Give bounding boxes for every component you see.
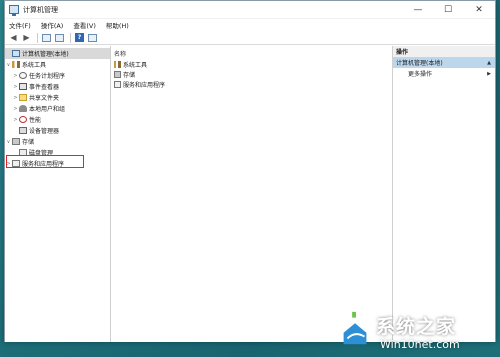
performance-icon [19, 116, 27, 123]
tree-label-task-scheduler: 任务计划程序 [29, 73, 66, 80]
watermark: 系统之家 Win10net.com [330, 306, 500, 357]
actions-selected-item[interactable]: 计算机管理(本地) ▲ [393, 57, 495, 68]
submenu-arrow-icon: ▶ [487, 70, 491, 77]
storage-icon [114, 70, 121, 78]
menu-action[interactable]: 操作(A) [41, 20, 64, 30]
menu-help[interactable]: 帮助(H) [106, 20, 129, 30]
tree-node-performance[interactable]: > 性能 [5, 114, 110, 125]
tree-node-task-scheduler[interactable]: > 任务计划程序 [5, 70, 110, 81]
actions-more-label: 更多操作 [408, 71, 433, 78]
collapse-up-icon[interactable]: ▲ [487, 60, 491, 66]
console-tree: 计算机管理(本地) ∨ 系统工具 > 任务计划程序 > 事件查看器 > 共享文件… [5, 46, 111, 342]
list-item[interactable]: 存储 [114, 69, 392, 79]
chevron-down-icon[interactable]: ∨ [5, 139, 12, 145]
computer-management-window: 计算机管理 — ☐ ✕ 文件(F) 操作(A) 查看(V) 帮助(H) ◀ ▶ … [4, 0, 496, 342]
list-item[interactable]: 系统工具 [114, 59, 392, 69]
toolbar: ◀ ▶ ? [5, 31, 495, 45]
event-viewer-icon [19, 83, 27, 90]
close-button[interactable]: ✕ [463, 1, 495, 19]
action-pane-icon[interactable] [87, 32, 98, 43]
tools-icon [12, 61, 20, 68]
list-item-label: 服务和应用程序 [123, 81, 166, 89]
help-icon[interactable]: ? [74, 32, 85, 43]
list-item[interactable]: 服务和应用程序 [114, 79, 392, 89]
shared-folder-icon [19, 94, 27, 101]
chevron-down-icon[interactable]: ∨ [5, 62, 12, 68]
computer-icon [12, 50, 20, 57]
watermark-title: 系统之家 [376, 316, 457, 338]
console-tree-icon[interactable] [41, 32, 52, 43]
window-title: 计算机管理 [23, 5, 58, 14]
list-item-label: 存储 [123, 71, 136, 79]
tree-label-storage: 存储 [22, 139, 35, 146]
computer-management-icon [9, 5, 19, 16]
column-header-name[interactable]: 名称 [114, 49, 392, 59]
list-item-label: 系统工具 [123, 61, 148, 69]
content-area: 计算机管理(本地) ∨ 系统工具 > 任务计划程序 > 事件查看器 > 共享文件… [5, 46, 495, 342]
tree-node-device-manager[interactable]: 设备管理器 [5, 125, 110, 136]
tree-node-root[interactable]: 计算机管理(本地) [5, 48, 110, 59]
menu-bar: 文件(F) 操作(A) 查看(V) 帮助(H) [5, 19, 495, 31]
forward-arrow-icon[interactable]: ▶ [21, 32, 32, 43]
menu-file[interactable]: 文件(F) [9, 20, 31, 30]
tree-label-device-manager: 设备管理器 [29, 128, 60, 135]
users-icon [19, 105, 27, 112]
tree-label-root: 计算机管理(本地) [22, 51, 69, 58]
tree-node-event-viewer[interactable]: > 事件查看器 [5, 81, 110, 92]
maximize-button[interactable]: ☐ [433, 1, 463, 19]
storage-icon [12, 138, 20, 145]
tree-node-shared-folders[interactable]: > 共享文件夹 [5, 92, 110, 103]
chevron-right-icon[interactable]: > [12, 95, 19, 101]
chevron-right-icon[interactable]: > [12, 84, 19, 90]
menu-view[interactable]: 查看(V) [73, 20, 96, 30]
title-bar: 计算机管理 — ☐ ✕ [5, 1, 495, 19]
tools-icon [114, 60, 121, 68]
properties-icon[interactable] [54, 32, 65, 43]
actions-selected-label: 计算机管理(本地) [396, 60, 443, 67]
device-manager-icon [19, 127, 27, 134]
minimize-button[interactable]: — [403, 1, 433, 19]
services-icon [114, 80, 121, 88]
actions-header: 操作 [393, 46, 495, 57]
tree-label-system-tools: 系统工具 [22, 62, 47, 69]
highlight-box [6, 155, 84, 168]
tree-label-event-viewer: 事件查看器 [29, 84, 60, 91]
tree-node-local-users[interactable]: > 本地用户和组 [5, 103, 110, 114]
tree-node-storage[interactable]: ∨ 存储 [5, 136, 110, 147]
actions-more[interactable]: 更多操作 ▶ [393, 68, 495, 79]
back-arrow-icon[interactable]: ◀ [8, 32, 19, 43]
chevron-right-icon[interactable]: > [12, 117, 19, 123]
chevron-right-icon[interactable]: > [12, 106, 19, 112]
tree-label-performance: 性能 [29, 117, 42, 124]
tree-label-local-users: 本地用户和组 [29, 106, 66, 113]
tree-node-system-tools[interactable]: ∨ 系统工具 [5, 59, 110, 70]
clock-icon [19, 72, 27, 79]
toolbar-separator [37, 32, 38, 43]
tree-label-shared-folders: 共享文件夹 [29, 95, 60, 102]
actions-pane: 操作 计算机管理(本地) ▲ 更多操作 ▶ [393, 46, 495, 342]
house-logo-icon [337, 311, 373, 345]
toolbar-separator [70, 32, 71, 43]
chevron-right-icon[interactable]: > [12, 73, 19, 79]
main-pane: 名称 系统工具 存储 服务和应用程序 [111, 46, 393, 342]
watermark-url: Win10net.com [380, 338, 460, 351]
